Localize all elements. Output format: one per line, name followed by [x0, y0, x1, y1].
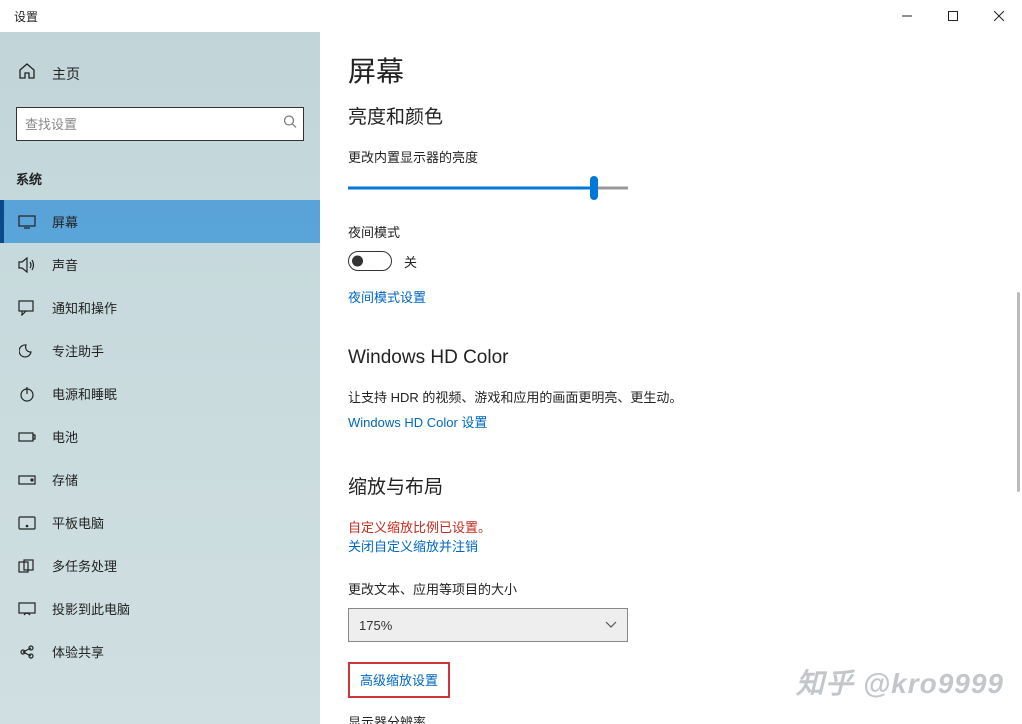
advanced-scale-highlight: 高级缩放设置 [348, 662, 450, 698]
sidebar: 主页 系统 屏幕 声音 通知和操作 专注助手 电源和睡眠 [0, 32, 320, 724]
nightlight-toggle[interactable] [348, 251, 392, 271]
tablet-icon [18, 514, 36, 532]
maximize-button[interactable] [930, 0, 976, 32]
content-area: 屏幕 亮度和颜色 更改内置显示器的亮度 夜间模式 关 夜间模式设置 Window… [320, 32, 1022, 724]
nav-item-display[interactable]: 屏幕 [0, 200, 320, 243]
minimize-button[interactable] [884, 0, 930, 32]
resolution-label: 显示器分辨率 [348, 712, 1022, 724]
multitask-icon [18, 557, 36, 575]
advanced-scale-link[interactable]: 高级缩放设置 [360, 673, 438, 688]
section-brightness: 亮度和颜色 [348, 102, 1022, 129]
search-input[interactable] [17, 108, 273, 140]
projecting-icon [18, 600, 36, 618]
nav-item-storage[interactable]: 存储 [0, 458, 320, 501]
nav-item-focus[interactable]: 专注助手 [0, 329, 320, 372]
nav-item-label: 平板电脑 [52, 513, 104, 532]
nav-item-label: 体验共享 [52, 642, 104, 661]
chevron-down-icon [605, 616, 617, 634]
search-input-container[interactable] [16, 107, 304, 141]
nav-item-label: 专注助手 [52, 341, 104, 360]
custom-scale-msg: 自定义缩放比例已设置。 [348, 517, 1022, 536]
nav-item-label: 电源和睡眠 [52, 384, 117, 403]
nav-item-multitask[interactable]: 多任务处理 [0, 544, 320, 587]
hdcolor-link[interactable]: Windows HD Color 设置 [348, 415, 487, 430]
nightlight-label: 夜间模式 [348, 222, 1022, 241]
brightness-slider[interactable] [348, 176, 628, 200]
nav-item-label: 声音 [52, 255, 78, 274]
text-size-label: 更改文本、应用等项目的大小 [348, 579, 1022, 598]
display-icon [18, 213, 36, 231]
nav-item-label: 存储 [52, 470, 78, 489]
shared-icon [18, 643, 36, 661]
scrollbar-thumb[interactable] [1017, 292, 1020, 492]
section-hdcolor: Windows HD Color [348, 347, 1022, 369]
nav-item-label: 电池 [52, 427, 78, 446]
home-icon [18, 62, 36, 85]
sound-icon [18, 256, 36, 274]
text-size-dropdown[interactable]: 175% [348, 608, 628, 642]
nav-group-header: 系统 [0, 149, 320, 200]
close-button[interactable] [976, 0, 1022, 32]
nav-item-label: 通知和操作 [52, 298, 117, 317]
section-scaling: 缩放与布局 [348, 472, 1022, 499]
nav-item-label: 屏幕 [52, 212, 78, 231]
window-title: 设置 [0, 8, 38, 25]
storage-icon [18, 471, 36, 489]
text-size-value: 175% [359, 618, 392, 633]
home-label: 主页 [52, 64, 80, 84]
nav-item-tablet[interactable]: 平板电脑 [0, 501, 320, 544]
page-title: 屏幕 [348, 50, 1022, 90]
nav-item-power[interactable]: 电源和睡眠 [0, 372, 320, 415]
search-icon [283, 115, 297, 134]
signout-link[interactable]: 关闭自定义缩放并注销 [348, 536, 478, 555]
nightlight-settings-link[interactable]: 夜间模式设置 [348, 290, 426, 305]
focus-icon [18, 342, 36, 360]
hdcolor-desc: 让支持 HDR 的视频、游戏和应用的画面更明亮、更生动。 [348, 387, 1022, 406]
nav-item-sound[interactable]: 声音 [0, 243, 320, 286]
brightness-label: 更改内置显示器的亮度 [348, 147, 1022, 166]
nav-item-projecting[interactable]: 投影到此电脑 [0, 587, 320, 630]
nav-item-notifications[interactable]: 通知和操作 [0, 286, 320, 329]
nav-item-label: 多任务处理 [52, 556, 117, 575]
notifications-icon [18, 299, 36, 317]
nav-item-battery[interactable]: 电池 [0, 415, 320, 458]
nav-item-shared[interactable]: 体验共享 [0, 630, 320, 673]
power-icon [18, 385, 36, 403]
battery-icon [18, 428, 36, 446]
nav-item-label: 投影到此电脑 [52, 599, 130, 618]
home-button[interactable]: 主页 [0, 52, 320, 95]
nightlight-state: 关 [404, 252, 417, 271]
